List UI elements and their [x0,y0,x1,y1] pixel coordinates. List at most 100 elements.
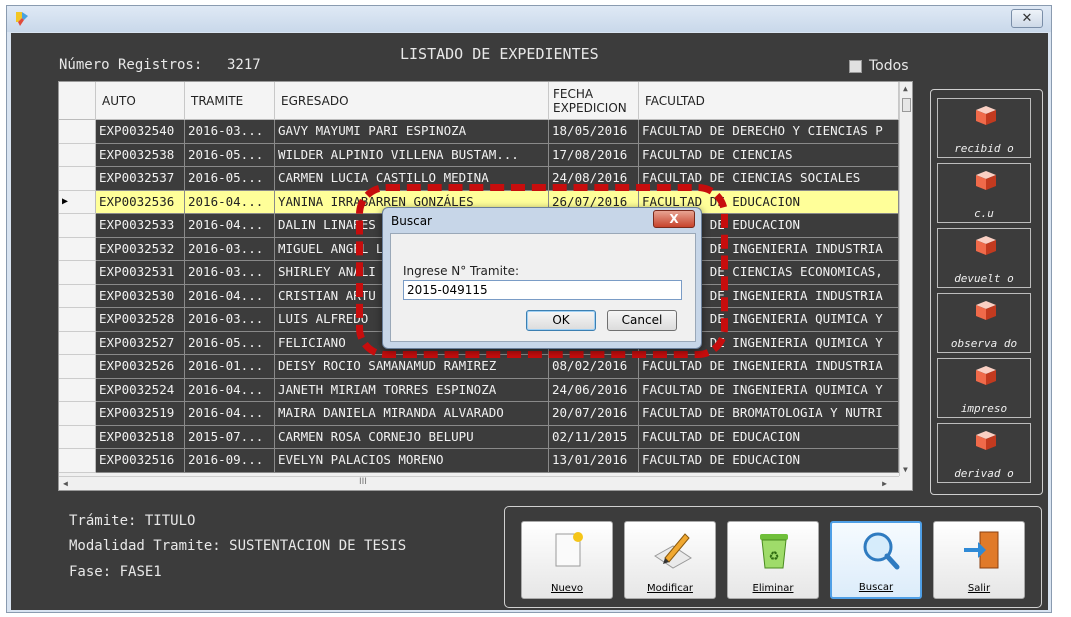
cell-facultad[interactable]: FACULTAD DE EDUCACION [639,449,899,473]
table-row[interactable]: EXP0032518 2015-07... CARMEN ROSA CORNEJO … [59,425,899,449]
tramite-input[interactable]: 2015-049115 [403,280,682,300]
cell-facultad[interactable]: FACULTAD DE INGENIERIA INDUSTRIA [639,355,899,379]
cell-tramite[interactable]: 2016-03... [185,308,275,332]
scroll-down-icon[interactable]: ▼ [903,465,908,474]
cell-facultad[interactable]: FACULTAD DE CIENCIAS [639,143,899,167]
cell-auto[interactable]: EXP0032538 [96,143,185,167]
cell-auto[interactable]: EXP0032528 [96,308,185,332]
cell-egresado[interactable]: MAIRA DANIELA MIRANDA ALVARADO [275,402,549,426]
cell-fecha[interactable]: 18/05/2016 [549,120,639,144]
column-header-auto[interactable]: AUTO [96,82,185,120]
row-header[interactable] [59,331,96,355]
scroll-up-icon[interactable]: ▲ [903,84,908,93]
cell-auto[interactable]: EXP0032519 [96,402,185,426]
cell-auto[interactable]: EXP0032532 [96,237,185,261]
status-button[interactable]: impreso [937,358,1031,418]
dialog-close-button[interactable]: X [653,210,695,228]
table-row[interactable]: EXP0032540 2016-03... GAVY MAYUMI PARI ESP… [59,120,899,144]
row-header[interactable] [59,402,96,426]
cancel-button[interactable]: Cancel [607,310,677,331]
row-header[interactable] [59,143,96,167]
column-header-facultad[interactable]: FACULTAD [639,82,899,120]
cell-auto[interactable]: EXP0032518 [96,425,185,449]
window-close-button[interactable]: ✕ [1011,9,1043,28]
cell-fecha[interactable]: 02/11/2015 [549,425,639,449]
column-header-egresado[interactable]: EGRESADO [275,82,549,120]
cell-auto[interactable]: EXP0032516 [96,449,185,473]
status-button[interactable]: devuelt o [937,228,1031,288]
table-row[interactable]: EXP0032526 2016-01... DEISY ROCIO SAMANAMU… [59,355,899,379]
scroll-left-icon[interactable]: ◀ [63,479,68,488]
modificar-button[interactable]: Modificar [624,521,716,599]
row-header[interactable] [59,167,96,191]
cell-egresado[interactable]: GAVY MAYUMI PARI ESPINOZA [275,120,549,144]
status-button[interactable]: derivad o [937,423,1031,483]
cell-auto[interactable]: EXP0032533 [96,214,185,238]
cell-egresado[interactable]: JANETH MIRIAM TORRES ESPINOZA [275,378,549,402]
row-header[interactable] [59,449,96,473]
row-header[interactable] [59,284,96,308]
ok-button[interactable]: OK [526,310,596,331]
cell-tramite[interactable]: 2016-09... [185,449,275,473]
row-header[interactable] [59,378,96,402]
cell-facultad[interactable]: FACULTAD DE EDUCACION [639,425,899,449]
cell-egresado[interactable]: CARMEN ROSA CORNEJO BELUPU [275,425,549,449]
column-header-fecha[interactable]: FECHA EXPEDICION [549,82,639,120]
cell-egresado[interactable]: EVELYN PALACIOS MORENO [275,449,549,473]
cell-tramite[interactable]: 2016-04... [185,378,275,402]
cell-fecha[interactable]: 13/01/2016 [549,449,639,473]
column-header-tramite[interactable]: TRAMITE [185,82,275,120]
cell-tramite[interactable]: 2015-07... [185,425,275,449]
row-header[interactable] [59,425,96,449]
table-row[interactable]: EXP0032524 2016-04... JANETH MIRIAM TORRES… [59,378,899,402]
status-button[interactable]: observa do [937,293,1031,353]
cell-tramite[interactable]: 2016-01... [185,355,275,379]
buscar-button[interactable]: Buscar [830,521,922,599]
cell-tramite[interactable]: 2016-03... [185,261,275,285]
cell-auto[interactable]: EXP0032530 [96,284,185,308]
status-button[interactable]: recibid o [937,98,1031,158]
salir-button[interactable]: Salir [933,521,1025,599]
cell-tramite[interactable]: 2016-05... [185,143,275,167]
scroll-right-icon[interactable]: ▶ [882,479,887,488]
cell-facultad[interactable]: FACULTAD DE BROMATOLOGIA Y NUTRI [639,402,899,426]
table-row[interactable]: EXP0032516 2016-09... EVELYN PALACIOS MORE… [59,449,899,473]
cell-auto[interactable]: EXP0032536 [96,190,185,214]
cell-facultad[interactable]: FACULTAD DE INGENIERIA QUIMICA Y [639,378,899,402]
table-row[interactable]: EXP0032519 2016-04... MAIRA DANIELA MIRAND… [59,402,899,426]
scroll-grip[interactable]: III [359,477,367,487]
cell-tramite[interactable]: 2016-03... [185,237,275,261]
table-row[interactable]: EXP0032538 2016-05... WILDER ALPINIO VILLE… [59,143,899,167]
todos-checkbox[interactable] [849,60,862,73]
cell-fecha[interactable]: 08/02/2016 [549,355,639,379]
cell-tramite[interactable]: 2016-05... [185,331,275,355]
vertical-scrollbar[interactable]: ▲ ▼ [899,82,912,476]
cell-tramite[interactable]: 2016-05... [185,167,275,191]
cell-tramite[interactable]: 2016-04... [185,190,275,214]
cell-auto[interactable]: EXP0032537 [96,167,185,191]
row-header[interactable] [59,120,96,144]
status-button[interactable]: c.u [937,163,1031,223]
cell-tramite[interactable]: 2016-04... [185,284,275,308]
row-header[interactable] [59,261,96,285]
cell-fecha[interactable]: 17/08/2016 [549,143,639,167]
cell-tramite[interactable]: 2016-04... [185,214,275,238]
cell-fecha[interactable]: 24/06/2016 [549,378,639,402]
row-header[interactable] [59,308,96,332]
row-header[interactable]: ▶ [59,190,96,214]
cell-auto[interactable]: EXP0032526 [96,355,185,379]
cell-auto[interactable]: EXP0032524 [96,378,185,402]
row-header[interactable] [59,237,96,261]
cell-egresado[interactable]: DEISY ROCIO SAMANAMUD RAMIREZ [275,355,549,379]
cell-tramite[interactable]: 2016-03... [185,120,275,144]
cell-tramite[interactable]: 2016-04... [185,402,275,426]
cell-fecha[interactable]: 20/07/2016 [549,402,639,426]
cell-egresado[interactable]: WILDER ALPINIO VILLENA BUSTAM... [275,143,549,167]
cell-auto[interactable]: EXP0032527 [96,331,185,355]
scroll-thumb[interactable] [902,98,911,112]
eliminar-button[interactable]: ♻ Eliminar [727,521,819,599]
cell-auto[interactable]: EXP0032540 [96,120,185,144]
horizontal-scrollbar[interactable]: ◀ III ▶ [59,476,899,490]
row-header[interactable] [59,214,96,238]
row-header[interactable] [59,355,96,379]
